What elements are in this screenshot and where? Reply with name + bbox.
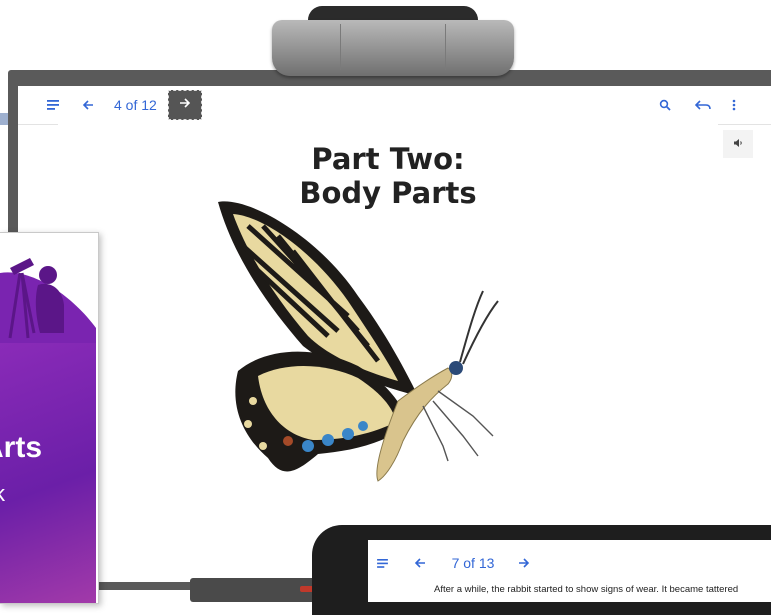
book-title: Arts [0,431,43,464]
butterfly-illustration [218,201,499,482]
more-vert-icon[interactable] [726,86,742,124]
reader-toolbar: 4 of 12 [18,86,771,125]
page-indicator: 4 of 12 [114,97,157,113]
arrow-left-icon[interactable] [410,550,430,576]
projector [272,20,514,76]
board-screen: 4 of 12 Part Two: Body Parts [18,86,771,582]
book-cover-purple [0,343,96,603]
audio-button[interactable] [723,130,753,158]
tablet-screen: 7 of 13 After a while, the rabbit starte… [368,540,771,602]
list-menu-icon[interactable] [372,550,392,576]
return-arrow-icon[interactable] [690,86,716,124]
list-menu-icon[interactable] [40,86,66,124]
tablet-reader-toolbar: 7 of 13 [368,550,771,576]
page-title-line1: Part Two: [311,142,465,176]
next-page-button[interactable] [168,90,202,120]
arrow-right-icon[interactable] [514,550,534,576]
tablet-page-indicator: 7 of 13 [451,555,495,571]
book-cover-top [0,233,96,348]
speaker-icon [733,135,743,153]
book-cover: Arts k [0,232,99,604]
telescope-silhouette [0,258,96,348]
book-subtitle: k [0,481,5,507]
arrow-left-icon[interactable] [76,86,100,124]
tablet-body-text: After a while, the rabbit started to sho… [434,584,739,595]
arrow-right-icon [179,96,191,114]
search-icon[interactable] [654,86,676,124]
